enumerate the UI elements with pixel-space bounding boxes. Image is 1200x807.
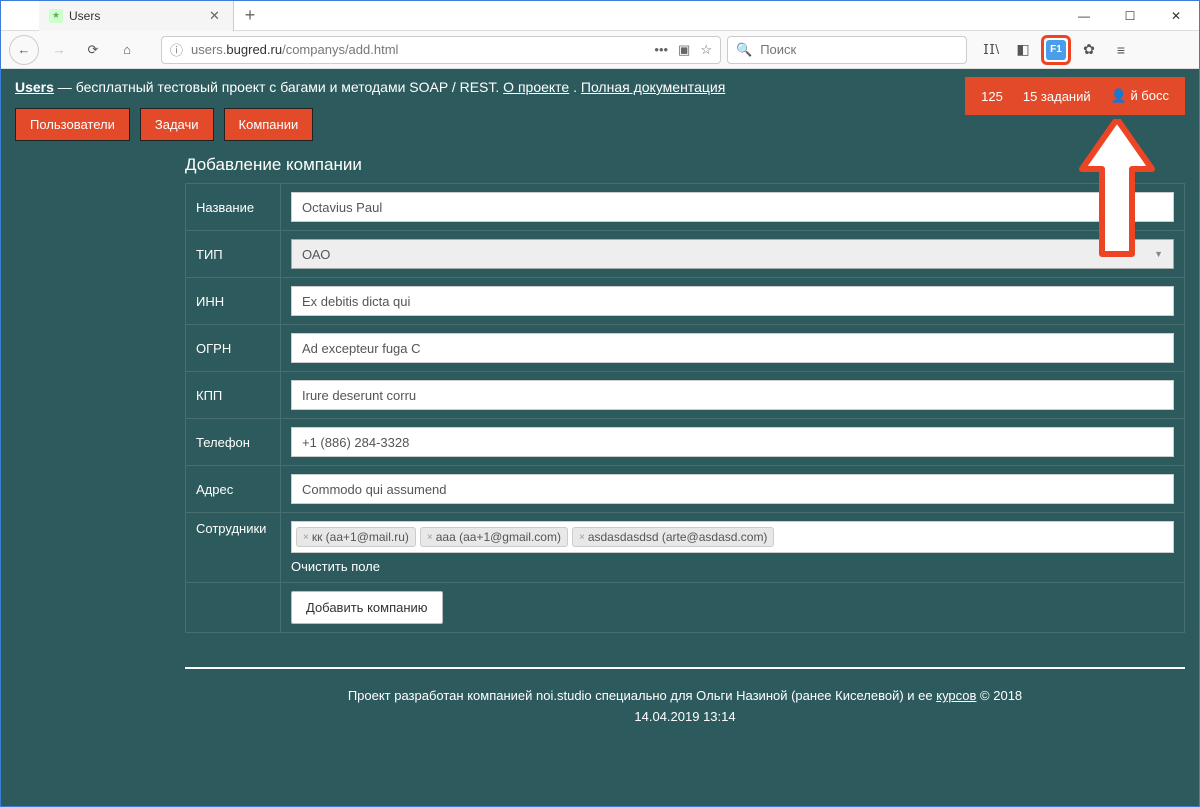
library-icon[interactable]: 𝖨𝖨\ (977, 36, 1005, 64)
select-type[interactable]: ОАО (291, 239, 1174, 269)
browser-tab[interactable]: Users ✕ (39, 1, 234, 31)
input-phone[interactable] (291, 427, 1174, 457)
search-icon: 🔍 (736, 42, 752, 58)
window-titlebar: Users ✕ + — ☐ ✕ (1, 1, 1199, 31)
menu-icon[interactable]: ≡ (1107, 36, 1135, 64)
url-text: users.users.bugred.rubugred.ru/companys/… (191, 42, 646, 57)
label-kpp: КПП (186, 372, 281, 419)
submit-button[interactable]: Добавить компанию (291, 591, 443, 624)
label-inn: ИНН (186, 278, 281, 325)
search-input[interactable] (760, 42, 958, 57)
forward-button[interactable]: → (45, 36, 73, 64)
label-ogrn: ОГРН (186, 325, 281, 372)
remove-tag-icon[interactable]: × (303, 532, 309, 543)
employee-tag[interactable]: ×кк (aa+1@mail.ru) (296, 527, 416, 547)
nav-companies[interactable]: Компании (224, 108, 314, 141)
input-inn[interactable] (291, 286, 1174, 316)
input-name[interactable] (291, 192, 1174, 222)
nav-users[interactable]: Пользователи (15, 108, 130, 141)
employee-tag[interactable]: ×aaa (aa+1@gmail.com) (420, 527, 568, 547)
back-button[interactable]: ← (9, 35, 39, 65)
sidebar-icon[interactable]: ◧ (1009, 36, 1037, 64)
user-avatar[interactable]: 👤 й босс (1111, 88, 1169, 104)
label-address: Адрес (186, 466, 281, 513)
courses-link[interactable]: курсов (936, 688, 976, 703)
user-status-bar: 125 15 заданий 👤 й босс (965, 77, 1185, 115)
remove-tag-icon[interactable]: × (579, 532, 585, 543)
label-type: ТИП (186, 231, 281, 278)
callout-arrow (1077, 119, 1157, 262)
new-tab-button[interactable]: + (234, 1, 266, 30)
remove-tag-icon[interactable]: × (427, 532, 433, 543)
search-bar[interactable]: 🔍 (727, 36, 967, 64)
label-phone: Телефон (186, 419, 281, 466)
input-ogrn[interactable] (291, 333, 1174, 363)
employees-tags[interactable]: ×кк (aa+1@mail.ru) ×aaa (aa+1@gmail.com)… (291, 521, 1174, 553)
close-window-button[interactable]: ✕ (1153, 1, 1199, 30)
maximize-button[interactable]: ☐ (1107, 1, 1153, 30)
url-bar[interactable]: ⓘ users.users.bugred.rubugred.ru/company… (161, 36, 721, 64)
label-name: Название (186, 184, 281, 231)
info-icon: ⓘ (170, 40, 183, 59)
minimize-button[interactable]: — (1061, 1, 1107, 30)
addon-icon[interactable]: ✿ (1075, 36, 1103, 64)
brand-link[interactable]: Users (15, 79, 54, 95)
browser-toolbar: ← → ⟳ ⌂ ⓘ users.users.bugred.rubugred.ru… (1, 31, 1199, 69)
reader-icon[interactable]: ▣ (678, 42, 690, 58)
docs-link[interactable]: Полная документация (581, 79, 725, 95)
employee-tag[interactable]: ×asdasdasdsd (arte@asdasd.com) (572, 527, 774, 547)
tab-title: Users (69, 9, 209, 23)
input-kpp[interactable] (291, 380, 1174, 410)
tasks-count[interactable]: 15 заданий (1023, 89, 1091, 104)
page-title: Добавление компании (185, 151, 1185, 183)
points-value: 125 (981, 89, 1003, 104)
tab-close-icon[interactable]: ✕ (209, 8, 223, 24)
home-button[interactable]: ⌂ (113, 36, 141, 64)
bookmark-icon[interactable]: ☆ (700, 42, 712, 58)
footer-credits: Проект разработан компанией noi.studio с… (185, 685, 1185, 706)
tab-favicon (49, 9, 63, 23)
nav-tasks[interactable]: Задачи (140, 108, 214, 141)
footer-timestamp: 14.04.2019 13:14 (185, 706, 1185, 727)
extension-highlighted[interactable]: F1 (1041, 35, 1071, 65)
reload-button[interactable]: ⟳ (79, 36, 107, 64)
more-icon[interactable]: ••• (654, 42, 668, 58)
input-address[interactable] (291, 474, 1174, 504)
label-employees: Сотрудники (186, 513, 281, 583)
clear-employees-link[interactable]: Очистить поле (291, 559, 1174, 574)
about-link[interactable]: О проекте (503, 79, 569, 95)
